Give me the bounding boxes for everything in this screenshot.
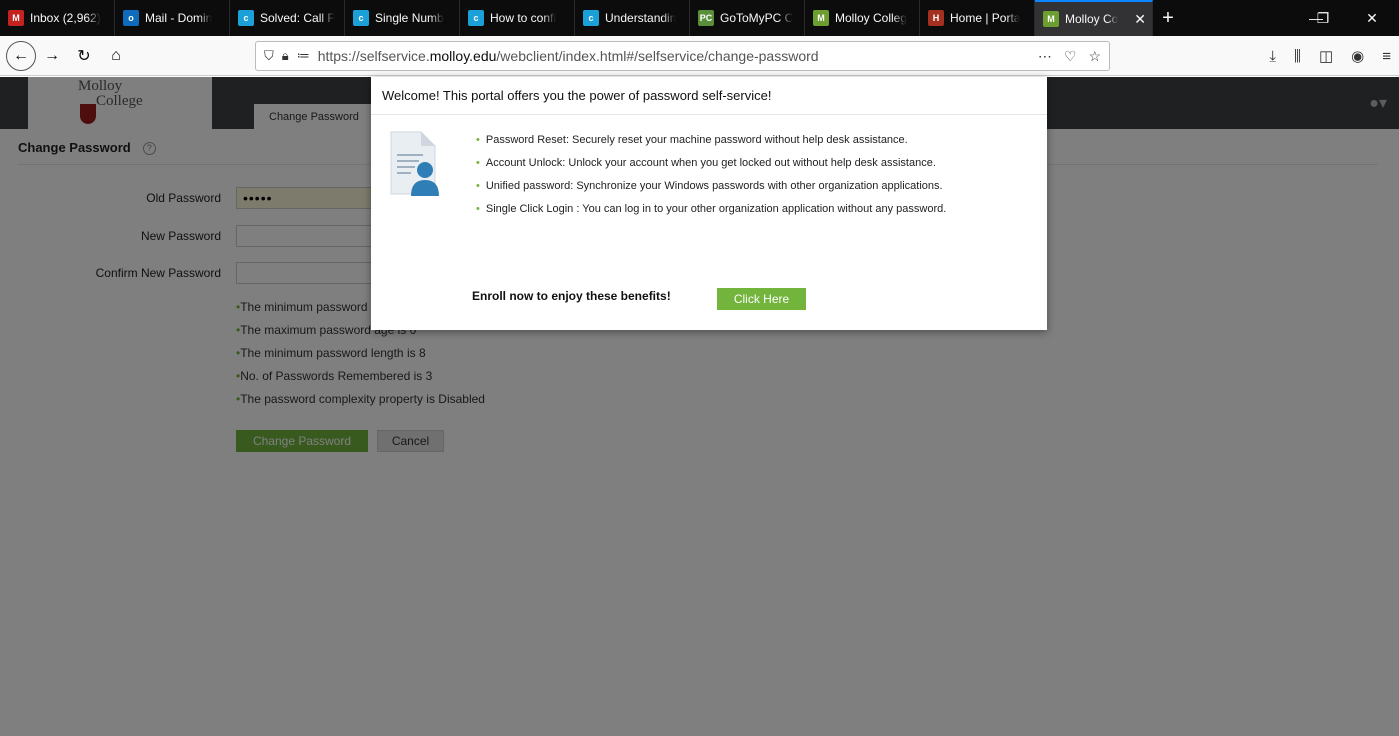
tab-label: Molloy Co — [1065, 12, 1119, 26]
gmail-icon: M — [8, 10, 24, 26]
cisco-icon: c — [238, 10, 254, 26]
lock-icon[interactable]: 🔒︎ — [282, 48, 289, 64]
shield-icon[interactable]: ⛉ — [264, 48, 274, 64]
benefit-item: • Unified password: Synchronize your Wind… — [476, 180, 943, 192]
cisco-icon: c — [468, 10, 484, 26]
benefit-item: • Password Reset: Securely reset your mac… — [476, 134, 908, 146]
welcome-modal: Welcome! This portal offers you the powe… — [371, 77, 1047, 330]
close-window-button[interactable]: ✕ — [1349, 0, 1395, 36]
benefit-list: • Password Reset: Securely reset your mac… — [476, 133, 1036, 225]
cisco-icon: c — [353, 10, 369, 26]
page-actions-icon[interactable]: ⋯ — [1038, 48, 1052, 65]
url-text[interactable]: https://selfservice.molloy.edu/webclient… — [318, 48, 819, 64]
browser-tab[interactable]: M Inbox (2,962) — [0, 0, 115, 36]
modal-title: Welcome! This portal offers you the powe… — [371, 77, 1047, 115]
tab-label: Solved: Call F — [260, 11, 335, 25]
tab-label: Inbox (2,962) — [30, 11, 101, 25]
forward-arrow-icon: → — [44, 46, 60, 64]
browser-tab[interactable]: PC GoToMyPC C — [690, 0, 805, 36]
tab-label: GoToMyPC C — [720, 11, 794, 25]
close-icon: ✕ — [1366, 9, 1378, 26]
tab-active[interactable]: M Molloy Co ✕ — [1035, 0, 1153, 36]
permissions-icon[interactable]: ≔ — [297, 48, 310, 64]
benefit-item: • Account Unlock: Unlock your account whe… — [476, 157, 936, 169]
browser-tab[interactable]: c How to confi — [460, 0, 575, 36]
new-tab-button[interactable]: + — [1153, 0, 1183, 36]
close-tab-icon[interactable]: ✕ — [1130, 11, 1146, 28]
back-arrow-icon: ← — [13, 46, 29, 64]
reload-icon: ↻ — [77, 47, 91, 65]
home-button[interactable]: ⌂ — [100, 40, 132, 72]
pocket-icon[interactable]: ♡ — [1064, 48, 1077, 65]
restore-button[interactable]: ❐ — [1300, 0, 1346, 36]
download-icon[interactable]: ⤓ — [1269, 48, 1276, 65]
tab-label: Molloy Colleg — [835, 11, 908, 25]
tab-label: Mail - Domin — [145, 11, 213, 25]
click-here-button[interactable]: Click Here — [717, 288, 806, 310]
url-bar[interactable]: ⛉ 🔒︎ ≔ https://selfservice.molloy.edu/we… — [255, 41, 1110, 71]
browser-tab[interactable]: o Mail - Domin — [115, 0, 230, 36]
tab-label: Single Numb — [375, 11, 444, 25]
tab-label: How to confi — [490, 11, 557, 25]
browser-tab[interactable]: H Home | Porta — [920, 0, 1035, 36]
document-user-icon — [390, 131, 439, 196]
molloy-icon: M — [813, 10, 829, 26]
enroll-text: Enroll now to enjoy these benefits! — [472, 289, 671, 303]
forward-button[interactable]: → — [36, 40, 68, 72]
tab-label: Home | Porta — [950, 11, 1021, 25]
back-button[interactable]: ← — [6, 40, 36, 71]
portal-icon: H — [928, 10, 944, 26]
browser-tab[interactable]: c Single Numb — [345, 0, 460, 36]
tab-label: Understandin — [605, 11, 677, 25]
browser-tab[interactable]: M Molloy Colleg — [805, 0, 920, 36]
home-icon: ⌂ — [111, 46, 121, 64]
benefit-item: • Single Click Login : You can log in to … — [476, 203, 947, 215]
library-icon[interactable]: ⫼ — [1294, 48, 1301, 65]
browser-tab[interactable]: c Understandin — [575, 0, 690, 36]
browser-nav-bar: ← → ↻ ⌂ ⛉ 🔒︎ ≔ https://selfservice.mollo… — [0, 36, 1399, 76]
sidebar-icon[interactable]: ◫ — [1319, 47, 1333, 65]
browser-tab[interactable]: c Solved: Call F — [230, 0, 345, 36]
gotomypc-icon: PC — [698, 10, 714, 26]
browser-tab-strip: M Inbox (2,962) o Mail - Domin c Solved: Call… — [0, 0, 1399, 36]
account-icon[interactable]: ◉ — [1351, 47, 1364, 65]
bookmark-star-icon[interactable]: ☆ — [1088, 48, 1101, 65]
molloy-icon: M — [1043, 11, 1059, 27]
menu-update-icon[interactable]: ≡ — [1382, 48, 1391, 65]
outlook-icon: o — [123, 10, 139, 26]
cisco-icon: c — [583, 10, 599, 26]
reload-button[interactable]: ↻ — [68, 40, 100, 72]
restore-icon: ❐ — [1316, 9, 1330, 26]
